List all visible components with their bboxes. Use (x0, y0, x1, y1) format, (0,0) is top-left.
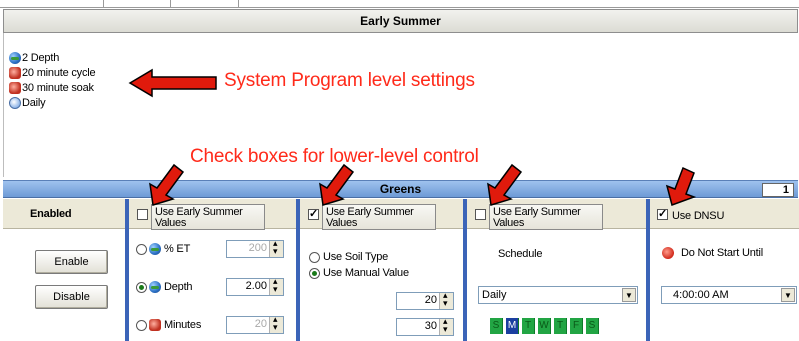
start-time-dropdown[interactable]: 4:00:00 AM ▼ (661, 286, 797, 304)
et-label: % ET (164, 243, 191, 255)
disable-button[interactable]: Disable (35, 285, 108, 309)
depth-value: 2.00 (245, 280, 267, 292)
minutes-label: Minutes (164, 319, 202, 331)
use-soil-type-label: Use Soil Type (323, 251, 389, 263)
spinner-arrows[interactable] (269, 238, 283, 257)
schedule-dropdown-value: Daily (482, 289, 507, 301)
minutes-spinner[interactable]: 20 (226, 314, 284, 334)
schedule-dropdown[interactable]: Daily ▼ (478, 286, 638, 304)
globe-icon (149, 243, 161, 255)
setting-soak-label: 30 minute soak (22, 81, 94, 94)
use-manual-value-label: Use Manual Value (323, 267, 409, 279)
et-radio[interactable] (136, 244, 147, 255)
annotation-arrow-down (665, 166, 697, 206)
spinner-arrows[interactable] (269, 276, 283, 295)
setting-depth-label: 2 Depth (22, 51, 60, 64)
chevron-down-icon[interactable]: ▼ (781, 288, 795, 302)
enabled-header: Enabled (30, 208, 72, 220)
globe-icon (149, 281, 161, 293)
use-early-summer-values-label[interactable]: Use Early Summer Values (151, 204, 265, 230)
tab-divider (103, 0, 104, 8)
use-early-summer-values-label[interactable]: Use Early Summer Values (489, 204, 603, 230)
use-manual-value-radio[interactable] (309, 268, 320, 279)
soak-spinner[interactable]: 30 (396, 316, 454, 336)
use-early-summer-values-label[interactable]: Use Early Summer Values (322, 204, 436, 230)
clock-icon (9, 66, 21, 79)
start-time-value: 4:00:00 AM (673, 289, 729, 301)
annotation-arrow-down (149, 163, 185, 206)
cycle-spinner[interactable]: 20 (396, 290, 454, 310)
globe-icon (9, 51, 21, 64)
calendar-icon (9, 96, 21, 109)
soak-value: 30 (424, 320, 437, 332)
annotation-arrow-down (487, 163, 523, 206)
tab-divider (238, 0, 239, 8)
setting-schedule[interactable]: Daily (9, 95, 46, 110)
spinner-arrows[interactable] (269, 314, 283, 333)
annotation-arrow-down (319, 163, 355, 206)
setting-schedule-label: Daily (22, 96, 46, 109)
day-tuesday[interactable]: T (522, 318, 535, 334)
setting-cycle-label: 20 minute cycle (22, 66, 96, 79)
group-number-field[interactable]: 1 (762, 183, 794, 197)
top-tab-strip (0, 0, 799, 8)
group-name: Greens (379, 182, 422, 196)
day-sunday[interactable]: S (490, 318, 503, 334)
do-not-start-until-label: Do Not Start Until (681, 247, 763, 259)
setting-depth[interactable]: 2 Depth (9, 50, 59, 65)
minutes-value: 20 (254, 318, 267, 330)
chevron-down-icon[interactable]: ▼ (622, 288, 636, 302)
day-monday[interactable]: M (506, 318, 519, 334)
annotation-arrow-left (128, 68, 217, 98)
setting-cycle[interactable]: 20 minute cycle (9, 65, 96, 80)
schedule-label: Schedule (498, 248, 543, 260)
et-spinner[interactable]: 200 (226, 238, 284, 258)
cycle-value: 20 (424, 294, 437, 306)
day-thursday[interactable]: T (554, 318, 567, 334)
depth-label: Depth (164, 281, 193, 293)
clock-icon (9, 81, 21, 94)
setting-soak[interactable]: 30 minute soak (9, 80, 94, 95)
annotation-system-program: System Program level settings (224, 70, 475, 91)
use-soil-type-radio[interactable] (309, 252, 320, 263)
enable-button[interactable]: Enable (35, 250, 108, 274)
program-title-bar: Early Summer (3, 9, 798, 33)
use-early-summer-checkbox[interactable] (137, 209, 148, 220)
use-dnsu-label: Use DNSU (672, 210, 725, 222)
use-early-summer-checkbox[interactable] (475, 209, 486, 220)
spinner-arrows[interactable] (439, 290, 453, 309)
et-value: 200 (248, 242, 267, 254)
use-dnsu-checkbox[interactable] (657, 207, 668, 220)
minutes-radio[interactable] (136, 320, 147, 331)
day-friday[interactable]: F (570, 318, 583, 334)
depth-radio[interactable] (136, 282, 147, 293)
clock-icon (149, 319, 161, 331)
day-saturday[interactable]: S (586, 318, 599, 334)
use-early-summer-checkbox[interactable] (308, 207, 319, 220)
tab-divider (170, 0, 171, 8)
stop-icon (662, 247, 674, 259)
depth-spinner[interactable]: 2.00 (226, 276, 284, 296)
day-wednesday[interactable]: W (538, 318, 551, 334)
spinner-arrows[interactable] (439, 316, 453, 335)
